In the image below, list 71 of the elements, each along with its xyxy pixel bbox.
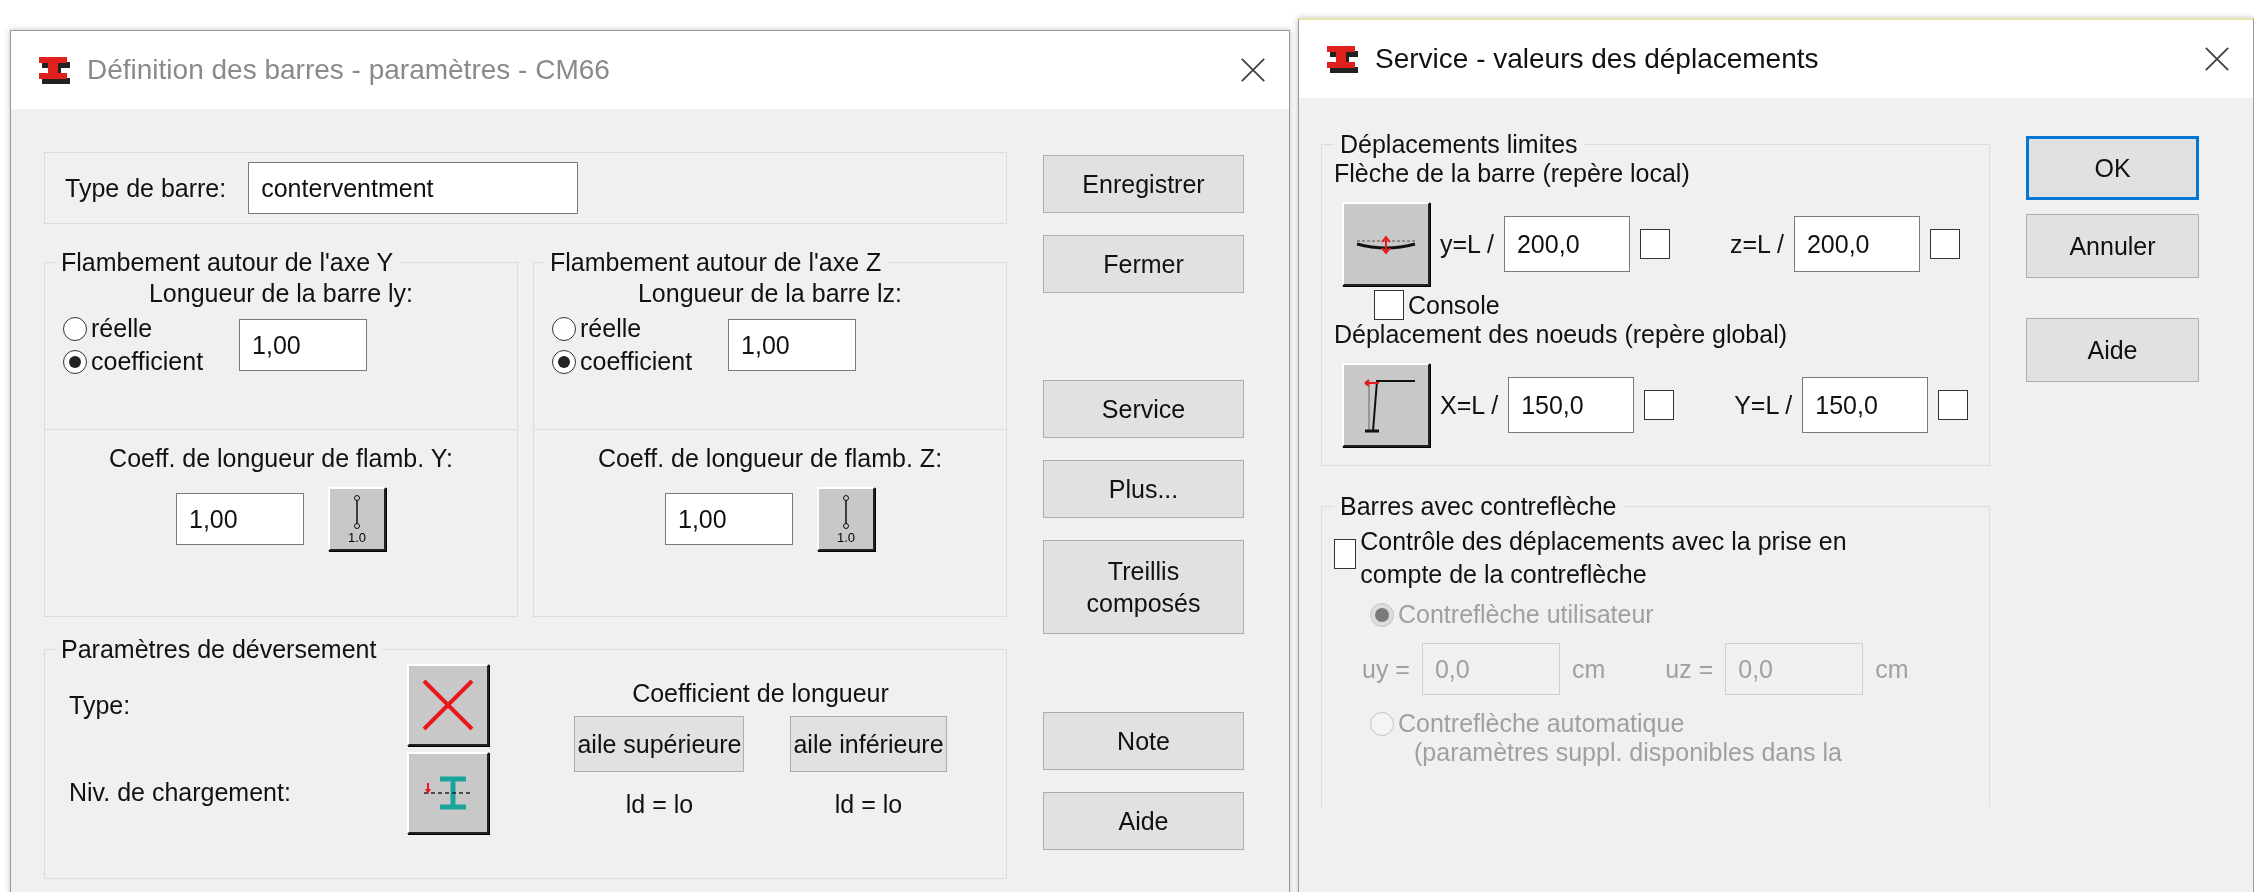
window-title: Service - valeurs des déplacements xyxy=(1375,43,1820,75)
number-field[interactable]: 150,0 xyxy=(1802,377,1929,433)
number-field[interactable]: 1,00 xyxy=(728,319,857,371)
dialog-button[interactable]: Treillis composés xyxy=(1043,540,1244,634)
length-value: ld = lo xyxy=(834,790,903,819)
dialog-button[interactable]: OK xyxy=(2026,136,2199,200)
type-button[interactable] xyxy=(407,664,489,746)
checkbox[interactable] xyxy=(1644,390,1675,420)
section-label: Déplacement des noeuds (repère global) xyxy=(1334,320,1789,349)
group-title: Paramètres de déversement xyxy=(60,635,378,664)
unit-label: cm xyxy=(1571,654,1606,684)
field-label: Y=L / xyxy=(1734,390,1793,420)
field-label: Coeff. de longueur de flamb. Y: xyxy=(109,444,453,473)
close-icon[interactable] xyxy=(2203,45,2231,73)
field-label: uz = xyxy=(1665,654,1714,684)
text-field[interactable]: conterventment xyxy=(248,162,579,214)
checkbox[interactable]: Console xyxy=(1374,290,1977,320)
number-field: 0,0 xyxy=(1725,643,1864,695)
group-title: Barres avec contreflèche xyxy=(1339,492,1618,521)
number-field[interactable]: 200,0 xyxy=(1793,216,1920,272)
field-label: uy = xyxy=(1362,654,1410,684)
number-field: 0,0 xyxy=(1421,643,1560,695)
checkbox[interactable]: Contrôle des déplacements avec la prise en compte de la contreflèche xyxy=(1334,525,1924,590)
field-label: y=L / xyxy=(1440,229,1494,259)
dialog-button[interactable]: Enregistrer xyxy=(1043,155,1244,213)
flange-button[interactable]: aile supérieure xyxy=(574,716,745,772)
dialog-button[interactable]: Fermer xyxy=(1043,235,1244,293)
group-title: Flambement autour de l'axe Y xyxy=(60,248,395,277)
length-value: ld = lo xyxy=(625,790,694,819)
dialog-button[interactable]: Plus... xyxy=(1043,460,1244,518)
radio-button[interactable]: coefficient xyxy=(552,347,693,376)
group-title: Déplacements limites xyxy=(1339,130,1579,159)
field-label: Longueur de la barre lz: xyxy=(637,279,903,308)
section-label: Flèche de la barre (repère local) xyxy=(1334,159,1691,188)
field-label: Longueur de la barre ly: xyxy=(148,279,414,308)
field-label: Type de barre: xyxy=(65,173,227,203)
radio-button[interactable]: coefficient xyxy=(63,347,204,376)
buckling-length-button[interactable]: 1.0 xyxy=(817,487,875,551)
member-icon xyxy=(351,493,363,530)
flange-button[interactable]: aile inférieure xyxy=(790,716,947,772)
dialog-button[interactable]: Aide xyxy=(1043,792,1244,850)
checkbox[interactable] xyxy=(1929,229,1960,259)
number-field[interactable]: 1,00 xyxy=(665,493,793,545)
radio-button[interactable]: réelle xyxy=(63,314,153,343)
dialog-button[interactable]: Service xyxy=(1043,380,1244,438)
section-label: Coefficient de longueur xyxy=(632,679,889,708)
number-field[interactable]: 200,0 xyxy=(1503,216,1630,272)
member-icon xyxy=(840,493,852,530)
buckling-length-button[interactable]: 1.0 xyxy=(328,487,386,551)
field-label: Coeff. de longueur de flamb. Z: xyxy=(597,444,943,473)
checkbox[interactable] xyxy=(1938,390,1969,420)
field-label: z=L / xyxy=(1729,229,1784,259)
field-label: Niv. de chargement: xyxy=(69,778,292,807)
load-level-button[interactable] xyxy=(407,752,489,834)
number-field[interactable]: 150,0 xyxy=(1508,377,1635,433)
dialog-button[interactable]: Annuler xyxy=(2026,214,2199,278)
field-label: X=L / xyxy=(1440,390,1499,420)
beam-deflection-button[interactable] xyxy=(1342,202,1430,286)
node-displacement-button[interactable] xyxy=(1342,363,1430,447)
dialog-button[interactable]: Note xyxy=(1043,712,1244,770)
radio-button[interactable]: réelle xyxy=(552,314,642,343)
number-field[interactable]: 1,00 xyxy=(176,493,304,545)
number-field[interactable]: 1,00 xyxy=(239,319,368,371)
hint-text: (paramètres suppl. disponibles dans la xyxy=(1414,738,1843,767)
dialog-button[interactable]: Aide xyxy=(2026,318,2199,382)
window-title: Définition des barres - paramètres - CM66 xyxy=(87,54,611,86)
close-icon[interactable] xyxy=(1239,56,1267,84)
field-label: Type: xyxy=(69,691,132,720)
unit-label: cm xyxy=(1875,654,1909,684)
checkbox[interactable] xyxy=(1639,229,1670,259)
group-title: Flambement autour de l'axe Z xyxy=(549,248,883,277)
